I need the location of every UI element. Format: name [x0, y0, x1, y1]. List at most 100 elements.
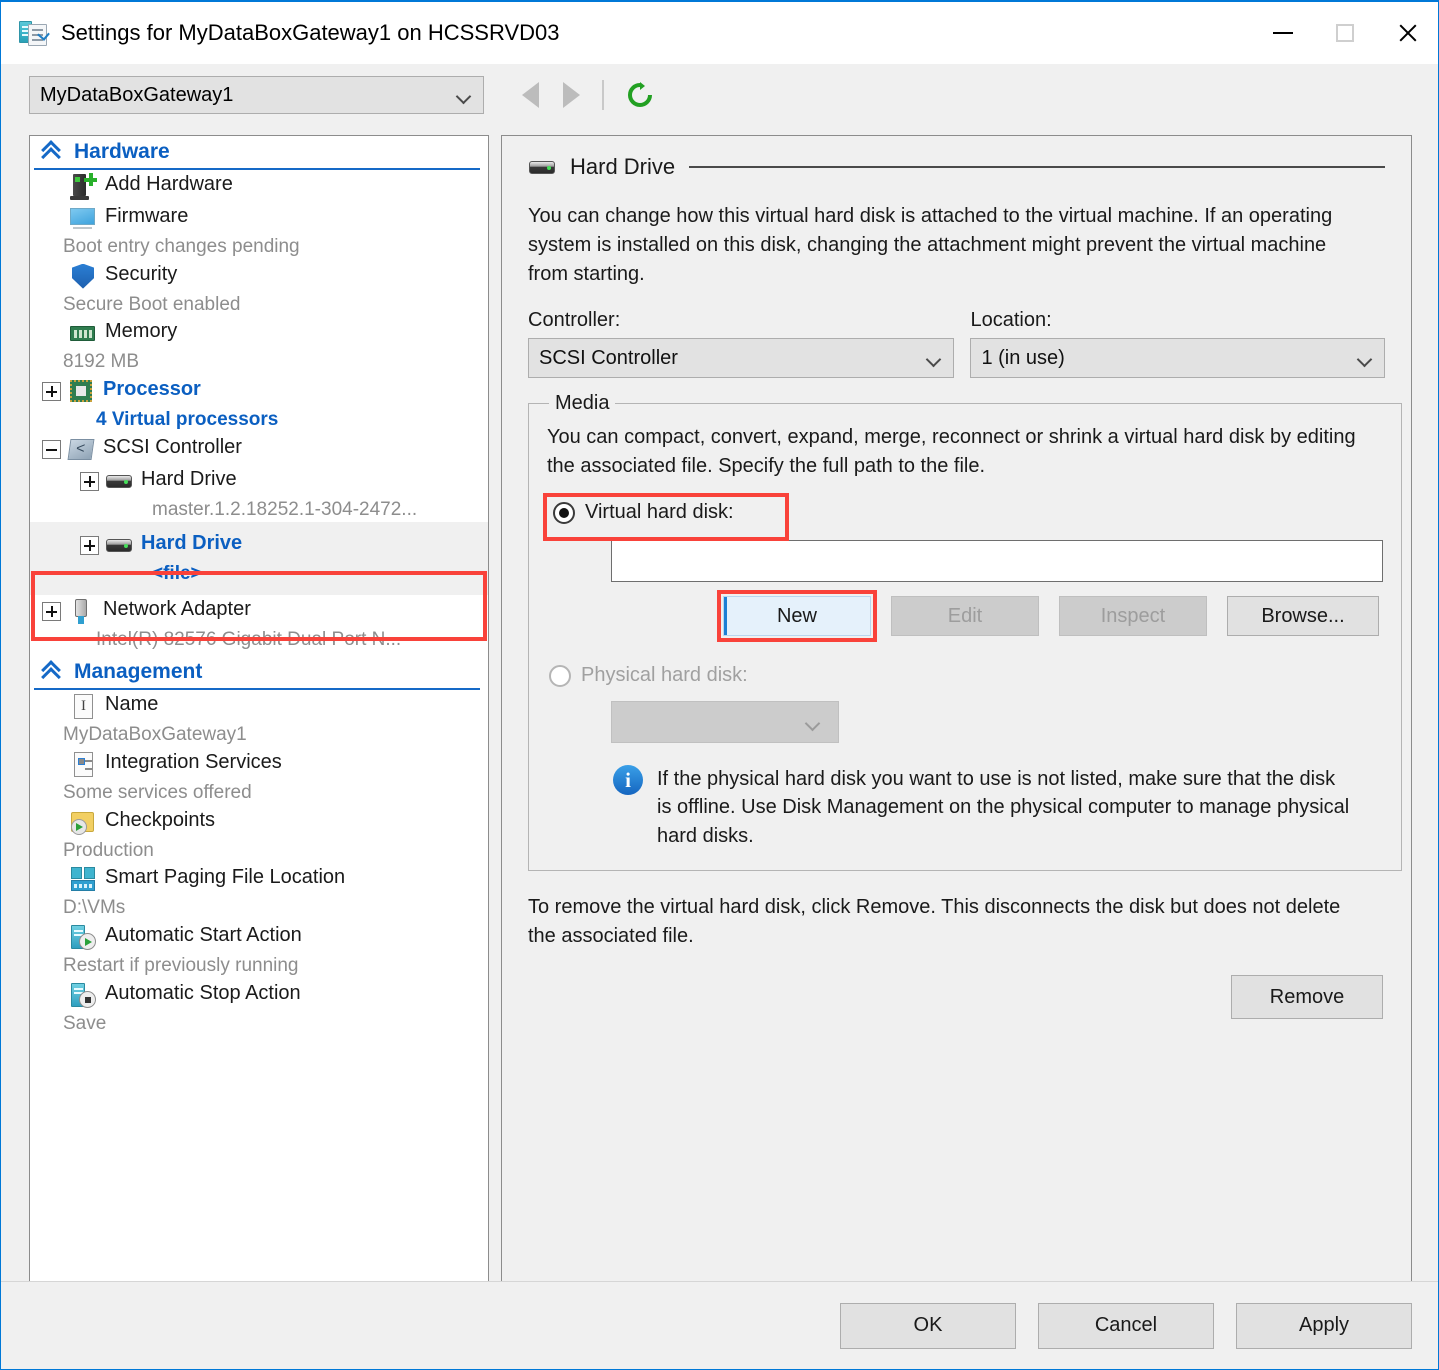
hard-drive-icon: [528, 154, 558, 180]
tree-section-hardware[interactable]: Hardware: [34, 136, 480, 170]
back-arrow-icon[interactable]: [522, 82, 539, 108]
chevron-double-up-icon: [40, 142, 62, 162]
tree-item-label: Name: [105, 693, 159, 716]
physical-hard-disk-radio-row: Physical hard disk:: [547, 664, 1383, 687]
media-button-row: New Edit Inspect Browse...: [717, 590, 1383, 642]
tree-item-firmware-sub: Boot entry changes pending: [63, 236, 300, 257]
expander-plus-icon[interactable]: [80, 471, 99, 491]
hard-drive-settings-panel: Hard Drive You can change how this virtu…: [501, 135, 1412, 1282]
radio-unselected-icon: [549, 664, 571, 687]
chevron-down-icon: [927, 354, 941, 363]
tree-item-security[interactable]: Security: [30, 260, 488, 292]
vm-selector[interactable]: MyDataBoxGateway1: [29, 76, 484, 114]
tree-item-firmware[interactable]: Firmware: [30, 202, 488, 234]
panel-description: You can change how this virtual hard dis…: [528, 205, 1333, 285]
virtual-hard-disk-radio-row[interactable]: Virtual hard disk:: [547, 497, 779, 528]
tree-item-label: Checkpoints: [105, 808, 216, 831]
physical-disk-select: [611, 701, 839, 743]
tree-item-scsi-controller[interactable]: SCSI Controller: [30, 433, 488, 465]
tree-item-auto-start-action-sub: Restart if previously running: [63, 955, 299, 977]
minimize-button[interactable]: [1252, 2, 1314, 64]
tree-item-integration-services-sub: Some services offered: [63, 782, 252, 804]
tree-item-smart-paging-sub: D:\VMs: [63, 897, 126, 919]
auto-start-icon: [69, 924, 97, 952]
tree-item-network-adapter[interactable]: Network Adapter: [30, 595, 488, 627]
apply-button[interactable]: Apply: [1236, 1302, 1412, 1349]
controller-select[interactable]: SCSI Controller: [528, 338, 955, 378]
tree-item-label: Security: [105, 262, 178, 285]
location-label: Location:: [970, 309, 1052, 331]
tree-item-label: Hard Drive: [141, 532, 243, 555]
forward-arrow-icon[interactable]: [563, 82, 580, 108]
close-icon: [1397, 23, 1417, 43]
tree-item-smart-paging[interactable]: Smart Paging File Location: [30, 863, 488, 895]
tree-item-checkpoints[interactable]: Checkpoints: [30, 806, 488, 838]
tree-item-label: Network Adapter: [103, 597, 251, 620]
tree-item-security-sub: Secure Boot enabled: [63, 293, 241, 315]
window-controls: [1252, 2, 1438, 64]
expander-plus-icon[interactable]: [42, 601, 61, 621]
memory-icon: [69, 320, 97, 348]
minimize-icon: [1273, 32, 1293, 34]
tree-item-label: Memory: [105, 320, 178, 343]
location-select[interactable]: 1 (in use): [970, 338, 1385, 378]
integration-services-icon: [69, 751, 97, 779]
tree-item-name[interactable]: Name: [30, 690, 488, 722]
expander-plus-icon[interactable]: [42, 381, 61, 401]
toolbar-separator: [602, 80, 604, 110]
tree-item-memory[interactable]: Memory: [30, 317, 488, 349]
tree-item-label: Smart Paging File Location: [105, 866, 346, 889]
tree-item-label: Automatic Start Action: [105, 924, 302, 947]
info-message: i If the physical hard disk you want to …: [613, 765, 1353, 850]
tree-item-auto-start-action[interactable]: Automatic Start Action: [30, 921, 488, 953]
hard-drive-icon: [105, 468, 133, 496]
window-title: Settings for MyDataBoxGateway1 on HCSSRV…: [61, 20, 560, 45]
tree-item-hard-drive-1[interactable]: Hard Drive: [30, 465, 488, 497]
info-icon: i: [613, 765, 643, 795]
vhd-path-input[interactable]: [611, 540, 1383, 582]
tree-item-hard-drive-1-sub: master.1.2.18252.1-304-2472...: [152, 498, 418, 520]
tree-item-auto-stop-action[interactable]: Automatic Stop Action: [30, 979, 488, 1011]
close-button[interactable]: [1376, 2, 1438, 64]
controller-field: Controller: SCSI Controller: [528, 309, 955, 378]
hard-drive-icon: [105, 532, 133, 560]
physical-hard-disk-label: Physical hard disk:: [581, 664, 748, 686]
new-button[interactable]: New: [723, 596, 871, 636]
remove-button[interactable]: Remove: [1231, 975, 1383, 1020]
tree-section-hardware-label: Hardware: [74, 140, 170, 163]
tree-item-label: Integration Services: [105, 751, 282, 774]
expander-plus-icon[interactable]: [80, 536, 99, 556]
browse-button[interactable]: Browse...: [1227, 596, 1379, 636]
tree-item-add-hardware[interactable]: Add Hardware: [30, 170, 488, 202]
tree-section-management[interactable]: Management: [34, 656, 480, 691]
virtual-hard-disk-label: Virtual hard disk:: [585, 501, 734, 523]
tree-item-checkpoints-sub: Production: [63, 839, 154, 861]
tree-item-label: Add Hardware: [105, 173, 233, 195]
shield-icon: [69, 263, 97, 291]
refresh-icon[interactable]: [626, 81, 654, 109]
expander-minus-icon[interactable]: [42, 439, 61, 459]
auto-stop-icon: [69, 982, 97, 1010]
tree-item-memory-sub: 8192 MB: [63, 351, 140, 373]
maximize-icon: [1336, 24, 1354, 42]
tree-item-processor[interactable]: Processor: [30, 375, 488, 407]
radio-selected-icon[interactable]: [553, 501, 575, 524]
edit-button: Edit: [891, 596, 1039, 636]
toolbar: MyDataBoxGateway1: [1, 64, 1438, 126]
add-hardware-icon: [69, 173, 97, 201]
tree-item-processor-sub: 4 Virtual processors: [96, 408, 279, 430]
tree-item-hard-drive-2[interactable]: Hard Drive: [30, 522, 488, 562]
remove-button-row: Remove: [528, 975, 1385, 1020]
firmware-monitor-icon: [69, 205, 97, 233]
ok-button[interactable]: OK: [840, 1302, 1016, 1349]
maximize-button[interactable]: [1314, 2, 1376, 64]
cancel-button[interactable]: Cancel: [1038, 1302, 1214, 1349]
controller-label: Controller:: [528, 309, 621, 331]
location-value: 1 (in use): [981, 346, 1065, 369]
tree-item-integration-services[interactable]: Integration Services: [30, 748, 488, 780]
header-rule: [689, 166, 1385, 168]
title-bar: Settings for MyDataBoxGateway1 on HCSSRV…: [1, 2, 1438, 64]
media-description: You can compact, convert, expand, merge,…: [547, 426, 1356, 477]
settings-tree[interactable]: Hardware Add Hardware Firmware Boot entr…: [29, 135, 489, 1282]
tree-item-label: Processor: [103, 377, 201, 400]
